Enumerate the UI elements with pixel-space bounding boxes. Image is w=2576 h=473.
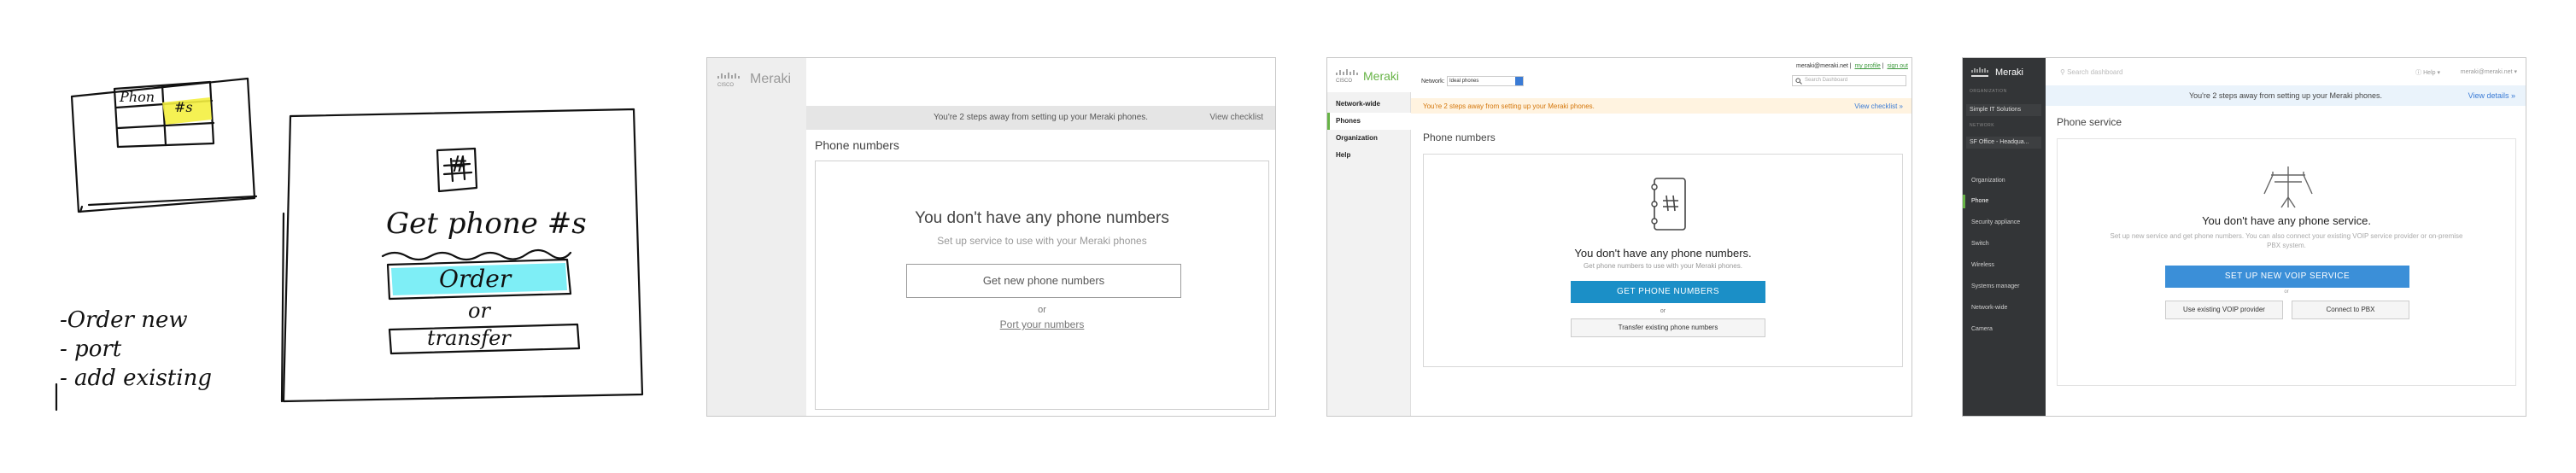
cisco-logo-icon: CISCO xyxy=(717,73,740,88)
mini-window-highlight-text: #s xyxy=(174,99,193,115)
user-email: meraki@meraki.net xyxy=(2460,69,2513,75)
help-label: Help xyxy=(2423,70,2436,76)
use-existing-voip-button[interactable]: Use existing VOIP provider xyxy=(2165,301,2283,319)
empty-state-subtext: Set up new service and get phone numbers… xyxy=(2110,232,2463,249)
empty-state-heading: You don't have any phone numbers xyxy=(915,209,1169,227)
hash-sketch-icon: # xyxy=(449,152,468,178)
banner-message: You're 2 steps away from setting up your… xyxy=(933,113,1149,122)
my-profile-link[interactable]: my profile xyxy=(1854,63,1880,69)
sidebar-item-wireless[interactable]: Wireless xyxy=(1963,259,2046,272)
sketch-order-button: Order xyxy=(439,265,512,293)
sidebar: CISCO Meraki xyxy=(707,58,806,416)
search-input[interactable]: Search Dashboard xyxy=(1792,75,1906,86)
network-select[interactable]: SF Office - Headqua... xyxy=(1966,137,2041,149)
page-title: Phone service xyxy=(2057,116,2122,128)
cisco-wordmark: CISCO xyxy=(1336,79,1352,84)
organization-value: Simple IT Solutions xyxy=(1970,107,2022,113)
user-menu[interactable]: meraki@meraki.net ▾ xyxy=(2461,68,2517,75)
brand-name: Meraki xyxy=(750,72,792,86)
search-icon xyxy=(1795,78,1802,85)
sketch-transfer-button: transfer xyxy=(427,326,511,350)
section-label-network: NETWORK xyxy=(1970,123,1995,128)
sidebar-item-network-wide[interactable]: Network-wide xyxy=(1963,301,2046,315)
empty-state-card: You don't have any phone numbers Set up … xyxy=(815,161,1269,410)
page-title: Phone numbers xyxy=(1423,131,1496,143)
sidebar-item-phones[interactable]: Phones xyxy=(1327,113,1411,130)
logo: CISCO Meraki xyxy=(1334,68,1399,84)
sidebar-item-organization[interactable]: Organization xyxy=(1963,174,2046,188)
sidebar-item-security-appliance[interactable]: Security appliance xyxy=(1963,216,2046,230)
view-details-link[interactable]: View details » xyxy=(2468,91,2515,100)
sign-out-link[interactable]: sign out xyxy=(1887,63,1908,69)
mini-window-label: Phon xyxy=(120,89,155,105)
sketch-heading: Get phone #s xyxy=(386,207,587,241)
port-numbers-link[interactable]: Port your numbers xyxy=(816,318,1268,330)
logo: Meraki xyxy=(1970,67,2023,79)
phone-book-icon xyxy=(1651,178,1686,231)
get-new-numbers-button[interactable]: Get new phone numbers xyxy=(906,264,1181,298)
empty-state-subtext: Get phone numbers to use with your Merak… xyxy=(1584,262,1742,270)
help-menu[interactable]: ⓘ Help ▾ xyxy=(2415,68,2440,77)
sidebar-item-network-wide[interactable]: Network-wide xyxy=(1327,96,1411,113)
network-select-value: Ideal phones xyxy=(1449,79,1479,84)
search-placeholder: Search Dashboard xyxy=(1805,78,1848,83)
cisco-logo-icon xyxy=(1971,67,1988,77)
setup-banner: You're 2 steps away from setting up your… xyxy=(2046,85,2526,106)
empty-state-heading: You don't have any phone numbers. xyxy=(1574,247,1752,260)
sketch-or: or xyxy=(468,299,490,323)
empty-state-subtext: Set up service to use with your Meraki p… xyxy=(937,235,1147,247)
banner-message: You're 2 steps away from setting up your… xyxy=(2188,91,2382,100)
or-separator: or xyxy=(1038,305,1046,315)
network-select[interactable]: Ideal phones xyxy=(1447,76,1524,86)
network-value: SF Office - Headqua... xyxy=(1970,139,2029,145)
sketch-list-item: -Order new xyxy=(60,307,188,333)
section-label-organization: ORGANIZATION xyxy=(1970,89,2007,94)
or-separator: or xyxy=(2284,289,2289,295)
view-checklist-link[interactable]: View checklist xyxy=(1209,113,1263,122)
network-label: Network: xyxy=(1421,79,1445,85)
mockup-low-fidelity: CISCO Meraki You're 2 steps away from se… xyxy=(706,57,1276,417)
get-phone-numbers-button[interactable]: GET PHONE NUMBERS xyxy=(1571,281,1765,303)
search-input[interactable]: ⚲ Search dashboard xyxy=(2060,68,2122,76)
sidebar-item-help[interactable]: Help xyxy=(1327,147,1411,164)
brand-name: Meraki xyxy=(1363,69,1400,83)
sidebar-item-organization[interactable]: Organization xyxy=(1327,130,1411,147)
chevron-down-icon xyxy=(1515,77,1523,85)
set-up-voip-button[interactable]: SET UP NEW VOIP SERVICE xyxy=(2165,266,2409,288)
empty-state-card: You don't have any phone numbers. Get ph… xyxy=(1423,154,1903,367)
setup-banner: You're 2 steps away from setting up your… xyxy=(1411,98,1912,114)
search-placeholder: Search dashboard xyxy=(2067,68,2123,76)
or-separator: or xyxy=(1660,308,1666,314)
help-icon: ⓘ xyxy=(2415,70,2422,76)
connect-pbx-button[interactable]: Connect to PBX xyxy=(2292,301,2409,319)
empty-state-card: You don't have any phone service. Set up… xyxy=(2057,138,2516,386)
organization-select[interactable]: Simple IT Solutions xyxy=(1966,104,2041,116)
logo: CISCO Meraki xyxy=(716,70,791,89)
sketch-list-item: - add existing xyxy=(60,365,212,391)
brand-name: Meraki xyxy=(1995,67,2024,78)
search-icon: ⚲ xyxy=(2060,68,2065,76)
banner-message: You're 2 steps away from setting up your… xyxy=(1423,102,1595,110)
view-checklist-link[interactable]: View checklist » xyxy=(1854,102,1903,110)
transfer-numbers-button[interactable]: Transfer existing phone numbers xyxy=(1571,318,1765,337)
mockup-mid-fidelity: CISCO Meraki Network: Ideal phones merak… xyxy=(1326,57,1912,417)
user-menu: meraki@meraki.net | my profile | sign ou… xyxy=(1796,63,1908,69)
sidebar-item-phone[interactable]: Phone xyxy=(1963,195,2046,208)
sidebar-item-camera[interactable]: Camera xyxy=(1963,323,2046,336)
mockup-high-fidelity: Meraki ORGANIZATION Simple IT Solutions … xyxy=(1962,57,2526,417)
sidebar-item-switch[interactable]: Switch xyxy=(1963,237,2046,251)
cisco-logo-icon: CISCO xyxy=(1336,69,1358,84)
empty-state-heading: You don't have any phone service. xyxy=(2202,214,2371,227)
sketch-list-item: - port xyxy=(60,336,122,362)
sidebar-item-systems-manager[interactable]: Systems manager xyxy=(1963,280,2046,294)
page-title: Phone numbers xyxy=(815,138,899,152)
sidebar: Meraki ORGANIZATION Simple IT Solutions … xyxy=(1963,58,2046,416)
user-email: meraki@meraki.net xyxy=(1796,63,1848,69)
sidebar: Network-wide Phones Organization Help xyxy=(1327,92,1411,416)
wireframe-sketch: Phon #s # Get phone #s Order or transfer… xyxy=(0,0,683,473)
cisco-wordmark: CISCO xyxy=(717,83,734,88)
utility-pole-icon xyxy=(2263,166,2313,208)
setup-banner: You're 2 steps away from setting up your… xyxy=(806,106,1275,130)
